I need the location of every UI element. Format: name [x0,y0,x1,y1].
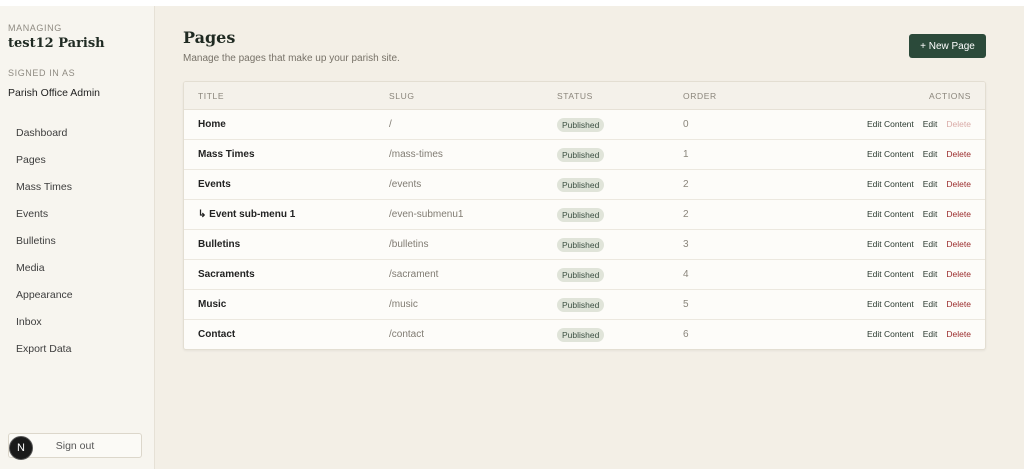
delete-button[interactable]: Delete [946,299,971,309]
row-slug: /sacrament [389,269,439,280]
edit-button[interactable]: Edit [923,299,938,309]
sidebar-item-bulletins[interactable]: Bulletins [16,232,73,259]
row-order: 4 [683,269,689,280]
status-badge: Published [557,208,605,222]
status-badge: Published [557,298,605,312]
edit-content-button[interactable]: Edit Content [867,149,914,159]
sidebar-item-pages[interactable]: Pages [16,151,73,178]
pages-table: TITLE SLUG STATUS ORDER ACTIONS Home / Pub… [183,81,986,350]
row-title: Bulletins [198,239,241,250]
row-actions: Edit Content Edit Delete [867,239,971,249]
delete-button[interactable]: Delete [946,329,971,339]
row-title: Events [198,179,231,190]
signed-in-label: SIGNED IN AS [8,68,76,78]
edit-button[interactable]: Edit [923,119,938,129]
delete-button[interactable]: Delete [946,269,971,279]
delete-button: Delete [946,119,971,129]
row-actions: Edit Content Edit Delete [867,179,971,189]
row-title: Contact [198,329,236,340]
row-slug: / [389,119,392,130]
edit-content-button[interactable]: Edit Content [867,179,914,189]
row-title: Sacraments [198,269,255,280]
row-slug: /events [389,179,422,190]
sidebar-nav: Dashboard Pages Mass Times Events Bullet… [16,124,73,367]
row-slug: /bulletins [389,239,429,250]
row-order: 2 [683,209,689,220]
edit-content-button[interactable]: Edit Content [867,329,914,339]
edit-button[interactable]: Edit [923,239,938,249]
status-badge: Published [557,118,605,132]
table-body: Home / Published 0 Edit Content Edit Delete Mas… [184,110,985,349]
status-badge: Published [557,238,605,252]
table-row: Sacraments/sacrament Published 4 Edit Conte… [184,260,985,290]
table-row: Events/events Published 2 Edit Content Edit D… [184,170,985,200]
row-title: ↳ Event sub-menu 1 [198,209,296,220]
sidebar-item-mass-times[interactable]: Mass Times [16,178,73,205]
row-slug: /even-submenu1 [389,209,464,220]
row-title: Home [198,119,226,130]
column-header-status: STATUS [557,91,593,101]
new-page-button[interactable]: + New Page [909,34,986,58]
row-actions: Edit Content Edit Delete [867,209,971,219]
edit-content-button[interactable]: Edit Content [867,119,914,129]
column-header-title: TITLE [198,91,225,101]
edit-button[interactable]: Edit [923,329,938,339]
sidebar-item-dashboard[interactable]: Dashboard [16,124,73,151]
column-header-slug: SLUG [389,91,415,101]
edit-content-button[interactable]: Edit Content [867,209,914,219]
row-slug: /music [389,299,418,310]
row-actions: Edit Content Edit Delete [867,119,971,129]
row-slug: /contact [389,329,425,340]
row-actions: Edit Content Edit Delete [867,299,971,309]
column-header-actions: ACTIONS [929,91,971,101]
table-row: Contact/contact Published 6 Edit Content Edi… [184,320,985,349]
sidebar-item-appearance[interactable]: Appearance [16,286,73,313]
edit-content-button[interactable]: Edit Content [867,269,914,279]
row-order: 2 [683,179,689,190]
table-row: Mass Times/mass-times Published 1 Edit Cont… [184,140,985,170]
sidebar: MANAGING test12 Parish SIGNED IN AS Pari… [0,6,155,469]
parish-name: test12 Parish [8,36,105,51]
row-order: 3 [683,239,689,250]
table-row: Home / Published 0 Edit Content Edit Delete [184,110,985,140]
status-badge: Published [557,178,605,192]
page-title: Pages [183,28,236,47]
row-actions: Edit Content Edit Delete [867,149,971,159]
row-actions: Edit Content Edit Delete [867,269,971,279]
table-row: ↳ Event sub-menu 1/even-submenu1 Publishe… [184,200,985,230]
delete-button[interactable]: Delete [946,179,971,189]
edit-button[interactable]: Edit [923,149,938,159]
managing-label: MANAGING [8,23,62,33]
edit-button[interactable]: Edit [923,209,938,219]
status-badge: Published [557,328,605,342]
sidebar-item-export-data[interactable]: Export Data [16,340,73,367]
row-order: 6 [683,329,689,340]
column-header-order: ORDER [683,91,717,101]
row-order: 5 [683,299,689,310]
next-dev-badge[interactable]: N [9,436,33,460]
row-actions: Edit Content Edit Delete [867,329,971,339]
user-name: Parish Office Admin [8,87,101,99]
edit-button[interactable]: Edit [923,179,938,189]
table-header: TITLE SLUG STATUS ORDER ACTIONS [184,82,985,110]
row-order: 1 [683,149,689,160]
delete-button[interactable]: Delete [946,239,971,249]
row-title: Music [198,299,227,310]
status-badge: Published [557,148,605,162]
row-order: 0 [683,119,689,130]
status-badge: Published [557,268,605,282]
edit-button[interactable]: Edit [923,269,938,279]
table-row: Music/music Published 5 Edit Content Edit Del… [184,290,985,320]
sidebar-item-inbox[interactable]: Inbox [16,313,73,340]
sidebar-item-media[interactable]: Media [16,259,73,286]
delete-button[interactable]: Delete [946,209,971,219]
edit-content-button[interactable]: Edit Content [867,299,914,309]
table-row: Bulletins/bulletins Published 3 Edit Conten… [184,230,985,260]
row-title: Mass Times [198,149,255,160]
page-subtitle: Manage the pages that make up your paris… [183,53,400,64]
edit-content-button[interactable]: Edit Content [867,239,914,249]
sidebar-item-events[interactable]: Events [16,205,73,232]
row-slug: /mass-times [389,149,443,160]
delete-button[interactable]: Delete [946,149,971,159]
